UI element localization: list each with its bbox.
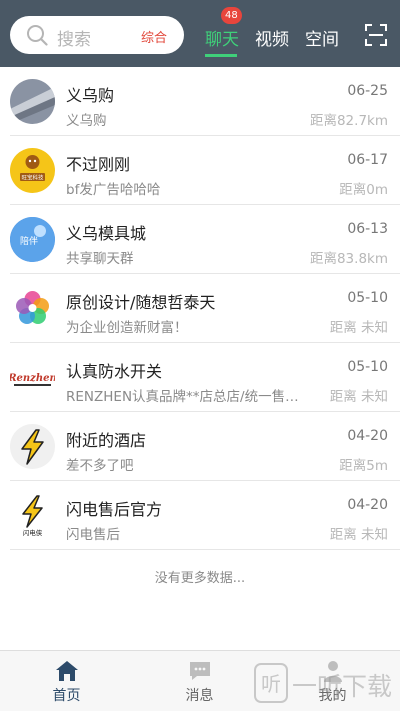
- active-tab-indicator: [205, 54, 237, 57]
- tabbar-label: 首页: [52, 688, 81, 704]
- chat-time: 05-10: [347, 290, 388, 306]
- chat-name: 原创设计/随想哲泰天: [66, 293, 216, 312]
- chat-row[interactable]: 旺宝科技 不过刚刚 06-17 bf发广告哈哈哈 距离0m: [0, 136, 400, 205]
- search-placeholder: 搜索: [57, 30, 91, 50]
- message-icon: [189, 662, 210, 680]
- chat-last-message: 共享聊天群: [66, 251, 134, 267]
- chat-row[interactable]: 陪伴 义乌模具城 06-13 共享聊天群 距离83.8km: [0, 205, 400, 274]
- chat-row[interactable]: Renzhen 认真防水开关 05-10 RENZHEN认真品牌**店总店/统一…: [0, 343, 400, 412]
- chat-name: 义乌购: [66, 86, 115, 105]
- tab-video[interactable]: 视频: [255, 25, 289, 50]
- chat-name: 不过刚刚: [66, 155, 131, 174]
- chat-time: 06-25: [347, 83, 388, 99]
- message-count-badge: 48: [221, 7, 242, 24]
- watermark: 听 一听下载: [252, 655, 400, 711]
- lightning-logo-avatar-icon: 闪电侠: [10, 493, 55, 538]
- chat-name: 义乌模具城: [66, 224, 147, 243]
- search-scope-tag[interactable]: 综合: [141, 27, 167, 46]
- chat-last-message: RENZHEN认真品牌**店总店/统一售后服务: [66, 389, 306, 405]
- tabbar-messages[interactable]: 消息: [133, 651, 266, 711]
- search-box[interactable]: 搜索 综合: [10, 16, 184, 54]
- tabbar-home[interactable]: 首页: [0, 651, 133, 711]
- tabbar-label: 消息: [185, 688, 214, 704]
- svg-text:听: 听: [261, 672, 281, 696]
- avatar-text: 陪伴: [20, 235, 38, 247]
- search-icon: [27, 25, 48, 46]
- chat-distance: 距离 未知: [329, 527, 388, 543]
- chat-distance: 距离 未知: [329, 389, 388, 405]
- chat-row[interactable]: 附近的酒店 04-20 差不多了吧 距离5m: [0, 412, 400, 481]
- chat-distance: 距离0m: [339, 182, 388, 198]
- no-more-data-text: 没有更多数据...: [154, 571, 246, 586]
- chat-row[interactable]: 原创设计/随想哲泰天 05-10 为企业创造新财富！ 距离 未知: [0, 274, 400, 343]
- home-icon: [55, 661, 78, 681]
- renzhen-logo-avatar-icon: Renzhen: [10, 355, 55, 400]
- chat-name: 认真防水开关: [66, 362, 163, 381]
- chat-name: 闪电售后官方: [66, 500, 163, 519]
- watermark-logo-icon: 听: [254, 663, 288, 703]
- lightning-avatar-icon: [10, 424, 55, 469]
- company-logo-avatar-icon: 旺宝科技: [10, 148, 55, 193]
- chat-time: 04-20: [347, 497, 388, 513]
- chat-distance: 距离5m: [339, 458, 388, 474]
- top-bar: 搜索 综合 聊天 视频 空间: [0, 0, 400, 67]
- chat-name: 附近的酒店: [66, 431, 147, 450]
- avatar-text: Renzhen: [10, 373, 55, 384]
- chat-distance: 距离83.8km: [309, 251, 388, 267]
- chat-time: 06-17: [347, 152, 388, 168]
- chat-time: 04-20: [347, 428, 388, 444]
- chat-last-message: bf发广告哈哈哈: [66, 182, 161, 198]
- chat-row[interactable]: 义乌购 06-25 义乌购 距离82.7km: [0, 67, 400, 136]
- avatar-text: 闪电侠: [23, 528, 43, 537]
- mold-city-avatar-icon: 陪伴: [10, 217, 55, 262]
- chat-last-message: 为企业创造新财富！: [66, 320, 188, 336]
- chat-last-message: 义乌购: [66, 113, 107, 129]
- chat-time: 05-10: [347, 359, 388, 375]
- chat-distance: 距离82.7km: [309, 113, 388, 129]
- colorful-swirl-avatar-icon: [10, 286, 55, 331]
- chat-row[interactable]: 闪电侠 闪电售后官方 04-20 闪电售后 距离 未知: [0, 481, 400, 550]
- watermark-text: 一听下载: [292, 672, 393, 701]
- yiwugou-avatar-icon: [10, 79, 55, 124]
- avatar-text: 旺宝科技: [21, 174, 44, 182]
- divider: [10, 549, 400, 550]
- chat-last-message: 差不多了吧: [66, 458, 134, 474]
- scan-icon[interactable]: [364, 23, 388, 47]
- chat-time: 06-13: [347, 221, 388, 237]
- tab-chat[interactable]: 聊天: [205, 25, 239, 50]
- chat-distance: 距离 未知: [329, 320, 388, 336]
- chat-last-message: 闪电售后: [66, 527, 120, 543]
- tab-space[interactable]: 空间: [305, 25, 339, 50]
